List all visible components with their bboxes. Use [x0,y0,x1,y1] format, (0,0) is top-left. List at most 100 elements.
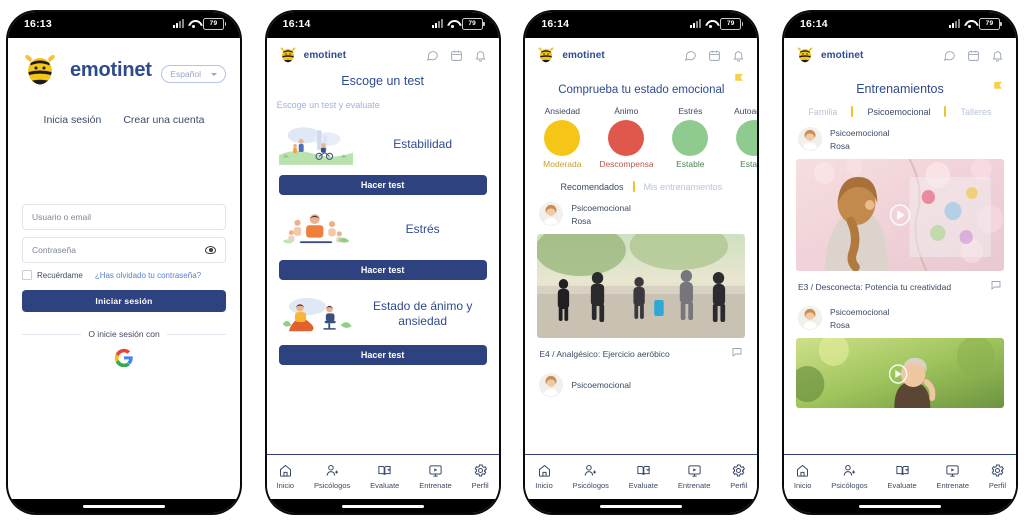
nav-item-evaluate[interactable]: Evaluate [370,463,399,490]
calendar-icon[interactable] [450,49,463,62]
chat-icon[interactable] [684,49,697,62]
mood-indicator [736,120,758,156]
battery-icon: 79 [203,18,226,30]
tab-familia[interactable]: Familia [808,107,837,117]
battery-icon: 79 [978,18,1002,30]
nav-item-perfil[interactable]: Perfil [989,463,1006,490]
nav-item-psicologos[interactable]: Psicólogos [831,463,868,490]
mood-name: Ánimo [614,106,639,116]
category-tabs: Familia Psicoemocional Talleres [784,106,1016,117]
remember-label: Recuérdame [37,270,83,280]
comment-icon[interactable] [990,278,1002,296]
feed-media[interactable] [537,234,746,338]
nav-item-evaluate[interactable]: Evaluate [629,463,658,490]
mood-indicator [672,120,709,156]
home-icon [797,464,809,477]
calendar-icon[interactable] [967,49,980,62]
book-icon [637,465,650,475]
brand-name: emotinet [562,49,605,61]
tab-login[interactable]: Inicia sesión [44,114,102,126]
remember-checkbox[interactable] [22,270,32,280]
cellular-signal-icon [173,19,184,28]
google-icon[interactable] [114,348,134,368]
mood-card[interactable]: Ansiedad Moderada [535,106,589,169]
nav-item-entrenate[interactable]: Entrenate [419,463,452,490]
nav-item-entrenate[interactable]: Entrenate [937,463,969,490]
screenshot-stage: 16:13 79 emotinet Español Inicia sesión … [0,0,1024,525]
tab-talleres[interactable]: Talleres [960,107,991,117]
nav-item-entrenate[interactable]: Entrenate [678,463,710,490]
nav-item-psicologos[interactable]: Psicólogos [573,463,609,490]
cellular-signal-icon [690,19,702,28]
mood-card[interactable]: Autoacept. Estable [727,106,758,169]
feed-media[interactable] [795,338,1004,408]
nav-item-evaluate[interactable]: Evaluate [887,463,917,490]
battery-level: 79 [726,19,735,27]
take-test-button[interactable]: Hacer test [278,175,487,195]
emotional-content[interactable]: Comprueba tu estado emocional Ansiedad M… [525,70,758,454]
person-add-icon [584,464,597,476]
take-test-button[interactable]: Hacer test [278,345,487,365]
bell-icon[interactable] [732,49,745,62]
avatar [797,306,822,330]
nav-item-inicio[interactable]: Inicio [794,463,811,490]
phone-mockup-emotional-status: 16:14 79 emotinet Comprueba tu estado em… [523,10,760,515]
cellular-signal-icon [948,19,960,28]
nav-label: Evaluate [887,480,917,490]
nav-item-psicologos[interactable]: Psicólogos [314,463,350,490]
home-icon [538,464,550,477]
mood-card[interactable]: Ánimo Descompensado [599,106,653,169]
nav-item-inicio[interactable]: Inicio [535,463,553,490]
bell-icon[interactable] [474,49,487,62]
username-input[interactable]: Usuario o email [22,204,226,230]
status-bar: 16:14 79 [525,12,758,38]
flag-badge[interactable] [993,80,1004,98]
home-indicator-bar [266,499,499,513]
mood-value: Estable [676,159,705,169]
divider-line-left [22,333,82,335]
comment-icon[interactable] [731,345,743,363]
subtab-mis-entrenamientos[interactable]: Mis entrenamientos [644,182,723,192]
avatar-photo [798,307,821,329]
home-indicator-bar [783,499,1016,513]
status-bar: 16:14 79 [783,12,1016,38]
wifi-icon [705,20,716,29]
status-bar: 16:13 79 [8,12,240,38]
forgot-password-link[interactable]: ¿Has olvidado tu contraseña? [95,271,201,280]
mood-strip[interactable]: Ansiedad Moderada Ánimo Descompensado Es… [525,106,758,169]
nav-item-perfil[interactable]: Perfil [472,463,489,490]
test-name: Estabilidad [393,136,453,151]
eye-icon[interactable] [205,246,216,254]
bottom-navigation: Inicio Psicólogos Evaluate Entrenate Per… [525,454,758,499]
login-submit-button[interactable]: Iniciar sesión [22,290,226,312]
page-title: Entrenamientos [856,82,944,96]
nav-label: Inicio [535,480,553,490]
subtab-recomendados[interactable]: Recomendados [561,182,624,192]
feed-category: Psicoemocional [829,306,890,317]
auth-tabs: Inicia sesión Crear una cuenta [22,114,226,126]
nav-item-inicio[interactable]: Inicio [277,463,294,490]
mood-card[interactable]: Estrés Estable [663,106,717,169]
password-input[interactable]: Contraseña [22,237,226,263]
header-actions [426,49,487,62]
chat-icon[interactable] [943,49,956,62]
status-indicators: 79 [948,18,1002,30]
feed-author: Rosa [829,140,850,151]
mood-name: Autoacept. [733,106,757,116]
bell-icon[interactable] [991,49,1004,62]
tab-register[interactable]: Crear una cuenta [123,114,204,126]
chat-icon[interactable] [426,49,439,62]
trainings-content[interactable]: Entrenamientos Familia Psicoemocional Ta… [784,70,1016,454]
take-test-button[interactable]: Hacer test [278,260,487,280]
calendar-icon[interactable] [708,49,721,62]
header-actions [684,49,745,62]
nav-item-perfil[interactable]: Perfil [730,463,747,490]
group-stress-illustration [282,214,349,244]
flag-badge[interactable] [734,72,745,90]
bottom-navigation: Inicio Psicólogos Evaluate Entrenate Per… [783,454,1016,499]
language-selector[interactable]: Español [161,65,226,83]
nav-label: Perfil [471,480,489,490]
tab-psicoemocional[interactable]: Psicoemocional [867,107,930,117]
feed-media[interactable] [795,159,1004,271]
tests-content[interactable]: Escoge un test Escoge un test y evaluate [267,70,499,454]
